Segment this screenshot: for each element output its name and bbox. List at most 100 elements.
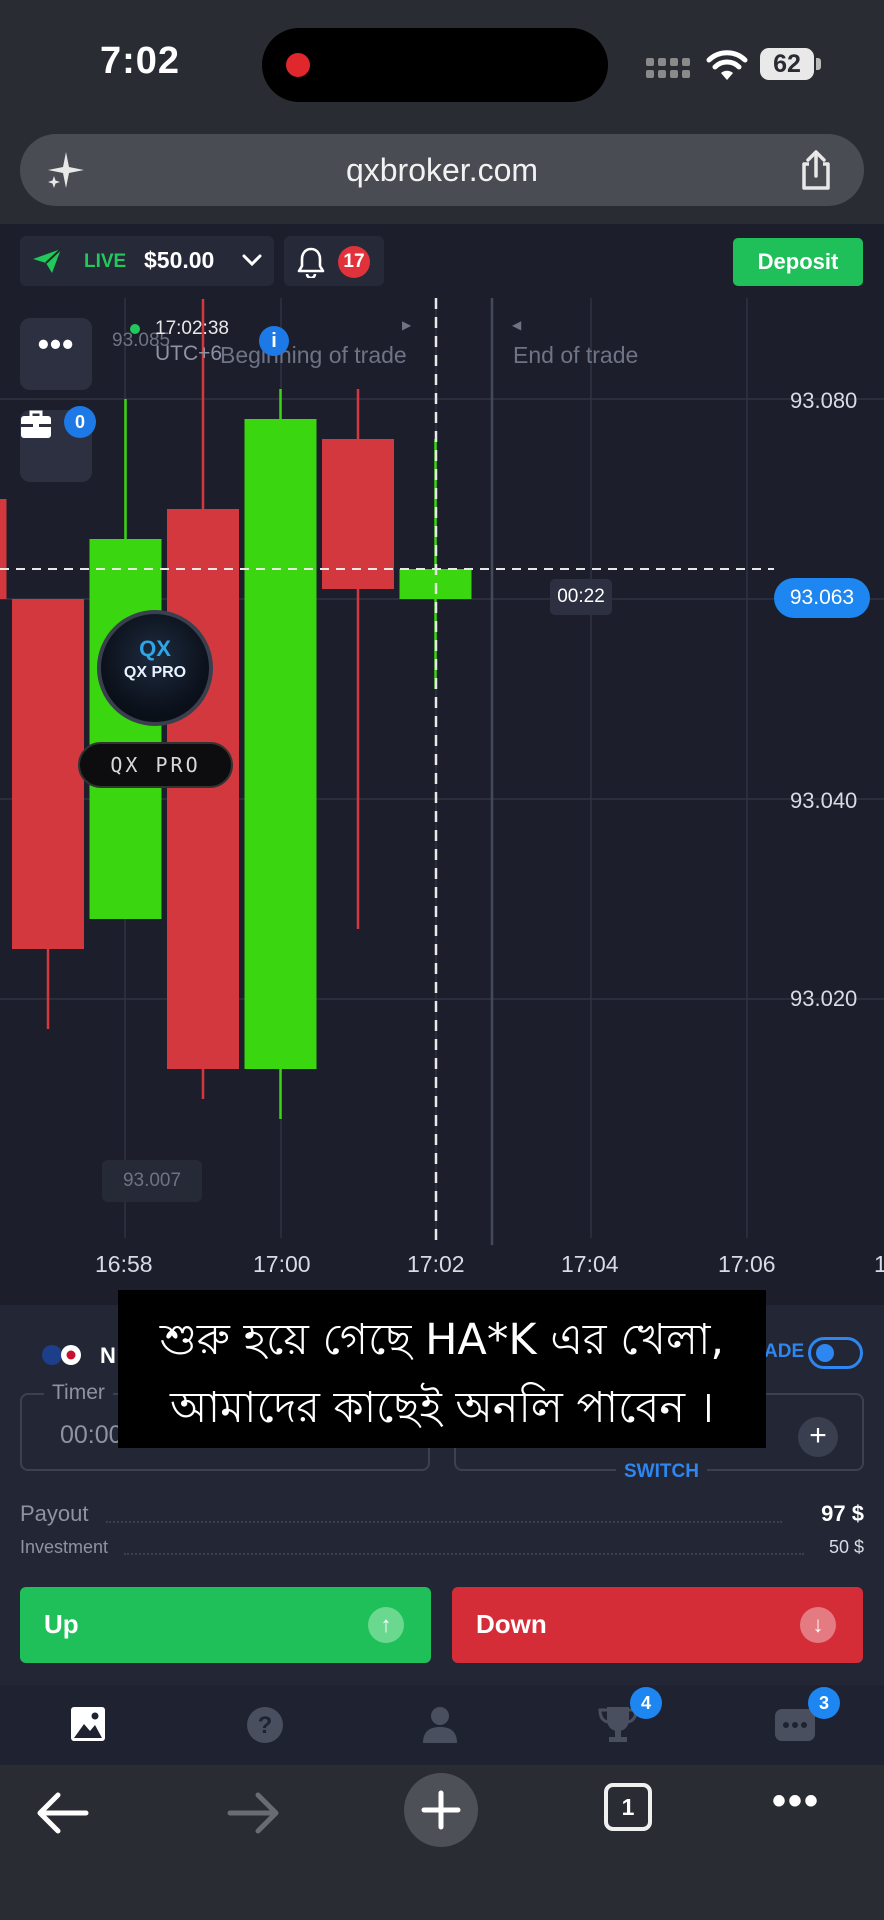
deposit-button[interactable]: Deposit bbox=[733, 238, 863, 286]
candle-body bbox=[89, 539, 162, 919]
candle-body bbox=[244, 419, 317, 1069]
more-dots-icon: ••• bbox=[37, 326, 75, 362]
payout-row: Payout 97 $ bbox=[20, 1501, 864, 1531]
chevron-down-icon bbox=[242, 254, 262, 267]
candlestick-chart[interactable] bbox=[0, 298, 884, 1305]
toggle-knob bbox=[816, 1344, 834, 1362]
qx-pro-logo: QX QX PRO bbox=[97, 610, 213, 726]
investment-row: Investment 50 $ bbox=[20, 1535, 864, 1563]
tabs-button[interactable]: 1 bbox=[604, 1783, 652, 1831]
up-button[interactable]: Up ↑ bbox=[20, 1587, 431, 1663]
logo-text: QX PRO bbox=[123, 664, 187, 681]
time-tick-label: 17:06 bbox=[718, 1251, 776, 1277]
current-price-badge: 93.063 bbox=[774, 578, 870, 618]
app-bottom-nav: ? 4 3 bbox=[0, 1685, 884, 1765]
app-header: LIVE $50.00 17 Deposit bbox=[0, 224, 884, 298]
arrow-down-icon: ↓ bbox=[800, 1607, 836, 1643]
timer-value[interactable]: 00:00 bbox=[60, 1421, 123, 1450]
battery-indicator: 62 bbox=[760, 48, 814, 80]
price-tick-label: 93.020 bbox=[790, 986, 858, 1011]
video-subtitle: শুরু হয়ে গেছে HA*K এর খেলা, আমাদের কাছে… bbox=[118, 1290, 766, 1448]
time-tick-label: 17:00 bbox=[253, 1251, 311, 1277]
live-dot-icon bbox=[130, 324, 140, 334]
end-of-trade-label: End of trade bbox=[513, 342, 639, 368]
chart-menu-button[interactable]: ••• bbox=[20, 318, 92, 390]
notifications-button[interactable]: 17 bbox=[284, 236, 384, 286]
briefcase-icon bbox=[21, 410, 51, 438]
new-tab-button[interactable] bbox=[404, 1773, 478, 1847]
time-tick-label: 17:04 bbox=[561, 1251, 619, 1277]
arrow-left-icon bbox=[37, 1792, 89, 1834]
beginning-of-trade-label: Beginning of trade bbox=[220, 342, 407, 368]
arrow-right-icon bbox=[227, 1792, 279, 1834]
down-label: Down bbox=[476, 1609, 547, 1639]
plus-icon bbox=[421, 1790, 461, 1830]
subtitle-line-2: আমাদের কাছেই অনলি পাবেন । bbox=[169, 1383, 715, 1433]
nav-chart[interactable] bbox=[58, 1697, 118, 1753]
bell-icon bbox=[297, 247, 325, 278]
chat-badge: 3 bbox=[808, 1687, 840, 1719]
qx-pro-pill: QX PRO bbox=[78, 742, 233, 788]
info-icon[interactable]: i bbox=[259, 326, 289, 356]
url-text[interactable]: qxbroker.com bbox=[20, 152, 864, 189]
cursor-time-label: 17:02:38 bbox=[155, 318, 229, 339]
back-button[interactable] bbox=[24, 1777, 104, 1847]
increase-investment-button[interactable]: + bbox=[798, 1417, 838, 1457]
status-time: 7:02 bbox=[100, 40, 181, 82]
forward-button[interactable] bbox=[212, 1777, 292, 1847]
url-bar[interactable]: qxbroker.com bbox=[20, 134, 864, 206]
trade-toggle[interactable] bbox=[808, 1337, 863, 1369]
down-button[interactable]: Down ↓ bbox=[452, 1587, 863, 1663]
tournaments-badge: 4 bbox=[630, 1687, 662, 1719]
help-icon: ? bbox=[247, 1707, 283, 1743]
status-bar: 7:02 62 bbox=[0, 0, 884, 130]
battery-tip bbox=[816, 58, 821, 70]
timer-label: Timer bbox=[44, 1381, 113, 1405]
time-tick-label: 16:58 bbox=[95, 1251, 153, 1277]
payout-value: 97 $ bbox=[821, 1501, 864, 1526]
recording-indicator-icon bbox=[286, 53, 310, 77]
paper-plane-icon bbox=[33, 248, 62, 273]
payout-label: Payout bbox=[20, 1501, 89, 1526]
low-price-chip: 93.007 bbox=[102, 1160, 202, 1202]
svg-text:?: ? bbox=[258, 1712, 273, 1739]
countdown-chip: 00:22 bbox=[550, 579, 612, 615]
candle-body bbox=[12, 599, 84, 949]
asset-flags-icon[interactable] bbox=[40, 1341, 84, 1369]
nav-help[interactable]: ? bbox=[235, 1697, 295, 1753]
share-icon[interactable] bbox=[794, 148, 838, 192]
payout-dots bbox=[106, 1521, 782, 1523]
switch-button[interactable]: SWITCH bbox=[616, 1461, 707, 1483]
account-mode-label: LIVE bbox=[84, 251, 127, 272]
time-tick-label: 17:02 bbox=[407, 1251, 465, 1277]
balance-value: $50.00 bbox=[144, 247, 215, 273]
trade-toggle-label: ADE bbox=[764, 1341, 805, 1362]
arrow-up-icon: ↑ bbox=[368, 1607, 404, 1643]
browser-toolbar: 1 ••• bbox=[0, 1765, 884, 1920]
chart-image-icon bbox=[71, 1707, 105, 1741]
notification-count-badge: 17 bbox=[338, 246, 370, 278]
browser-address-area: qxbroker.com bbox=[0, 130, 884, 224]
wifi-icon bbox=[706, 50, 748, 80]
begin-flag-icon: ▶ bbox=[402, 318, 412, 332]
account-selector[interactable]: LIVE $50.00 bbox=[20, 236, 274, 286]
up-label: Up bbox=[44, 1609, 79, 1639]
price-chart[interactable]: ••• 0 93.085 17:02:38 UTC+6 Beginning of… bbox=[0, 298, 884, 1305]
candle-body bbox=[0, 499, 7, 599]
more-menu-icon[interactable]: ••• bbox=[772, 1779, 820, 1824]
candle-body bbox=[167, 509, 239, 1069]
asset-name[interactable]: N bbox=[100, 1343, 116, 1369]
timezone-label: UTC+6 bbox=[155, 342, 223, 365]
user-icon bbox=[423, 1707, 457, 1743]
end-flag-icon: ◀ bbox=[512, 318, 522, 332]
investment-label: Investment bbox=[20, 1537, 109, 1557]
investment-value: 50 $ bbox=[828, 1537, 864, 1557]
cellular-signal-icon bbox=[646, 58, 690, 80]
candle-body bbox=[322, 439, 394, 589]
subtitle-line-1: শুরু হয়ে গেছে HA*K এর খেলা, bbox=[159, 1315, 725, 1365]
time-tick-label: 1 bbox=[874, 1251, 884, 1277]
investment-dots bbox=[124, 1553, 804, 1555]
logo-mark: QX bbox=[139, 636, 171, 661]
price-tick-label: 93.080 bbox=[790, 388, 858, 413]
nav-profile[interactable] bbox=[410, 1697, 470, 1753]
